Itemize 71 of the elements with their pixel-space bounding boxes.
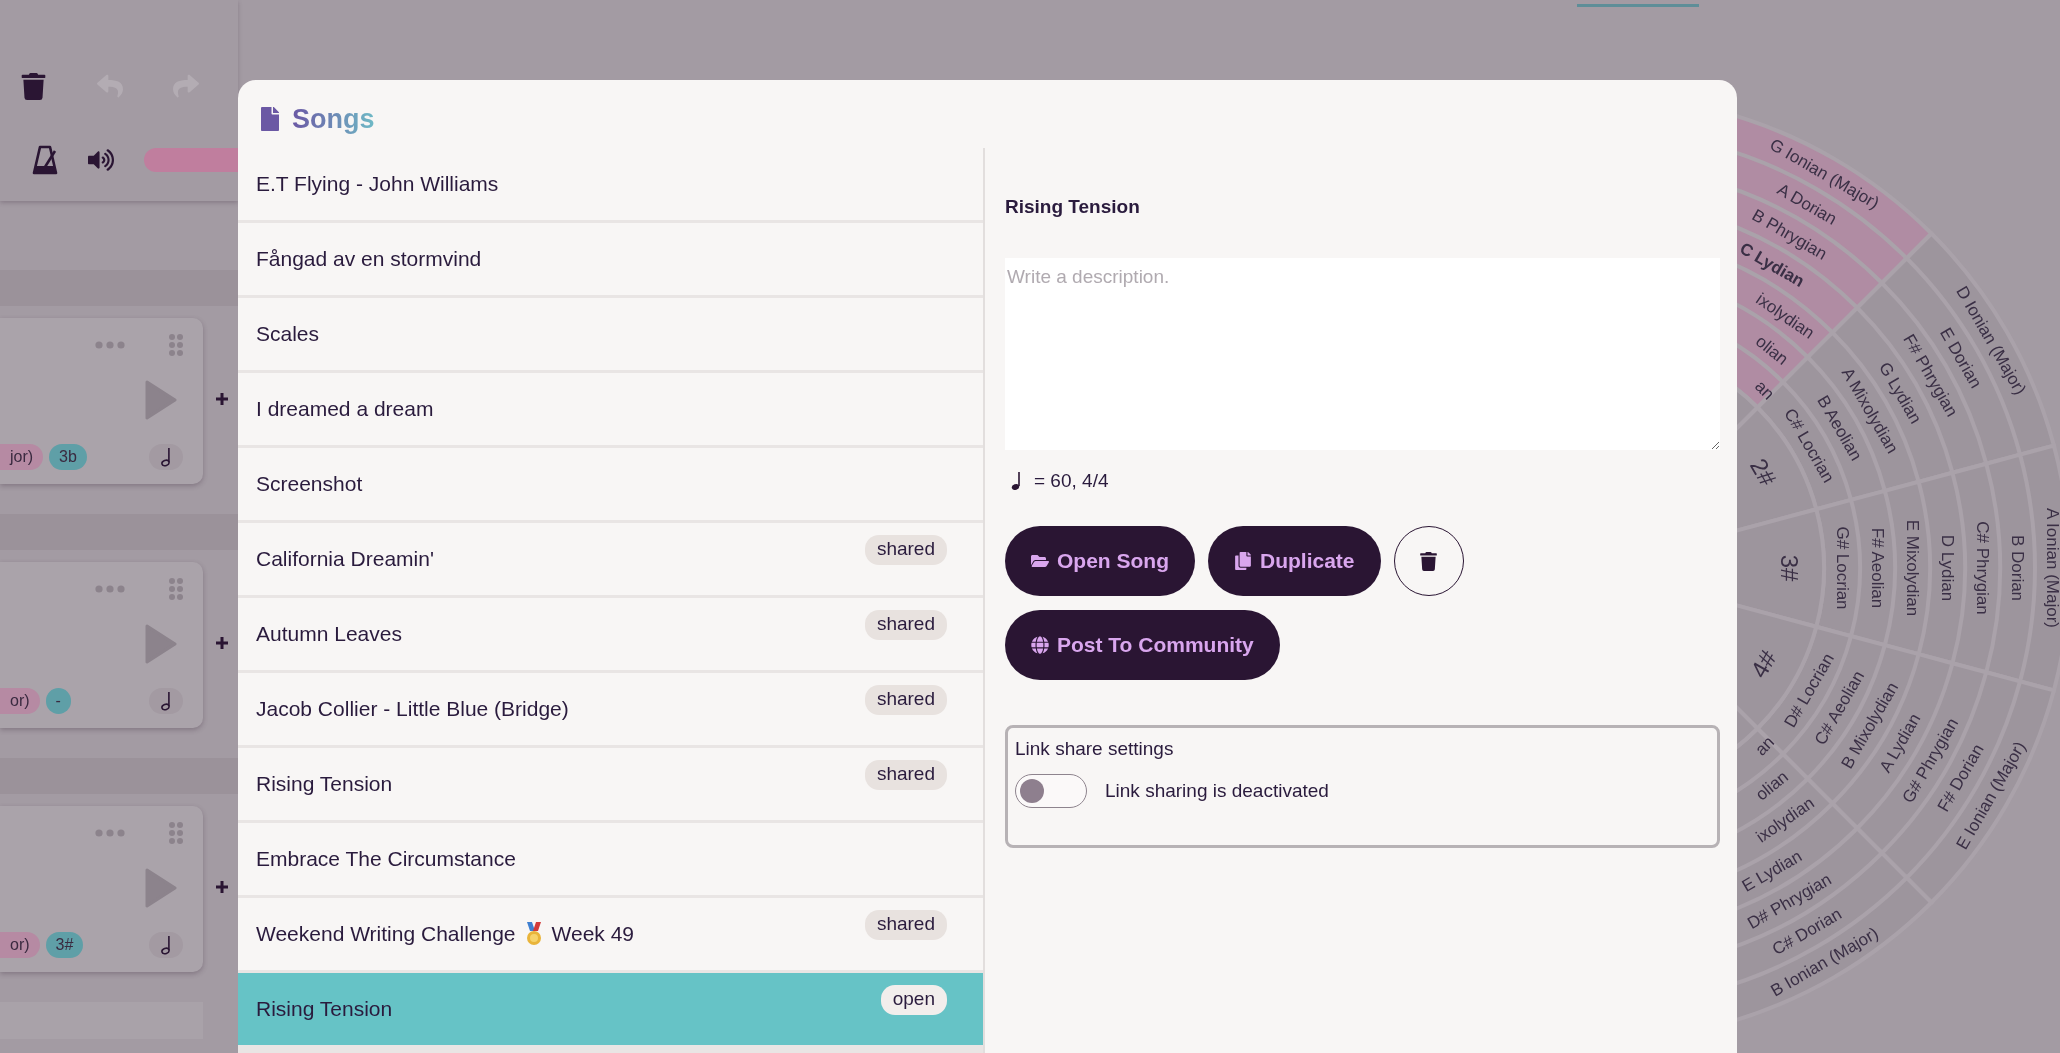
delete-icon[interactable] [20, 72, 47, 100]
status-badge: shared [864, 910, 947, 940]
mode-label: B Dorian [2007, 534, 2027, 602]
add-icon[interactable] [215, 636, 229, 650]
post-to-community-button[interactable]: Post To Community [1005, 610, 1280, 680]
song-row[interactable]: Weekend Writing Challenge Week 49 shared [238, 898, 983, 970]
song-row[interactable]: Autumn Leaves shared [238, 598, 983, 670]
song-title: Rising Tension [1005, 196, 1141, 218]
mode-label: A Ionian (Major) [2042, 508, 2060, 628]
status-badge: shared [864, 685, 947, 715]
status-badge: shared [864, 610, 947, 640]
key-signature-label: 4# [1744, 645, 1782, 683]
status-badge: shared [864, 760, 947, 790]
more-icon[interactable] [95, 585, 125, 593]
drag-handle-icon[interactable] [169, 578, 183, 600]
key-tag: 3# [45, 932, 84, 958]
metronome-icon [32, 145, 58, 175]
song-row[interactable]: Jacob Collier - Little Blue (Bridge) shared [238, 673, 983, 745]
description-field[interactable]: Write a description. [1005, 258, 1720, 450]
more-icon[interactable] [95, 341, 125, 349]
key-signature-label: 2# [1744, 453, 1782, 491]
mode-label: D Lydian [1937, 534, 1957, 602]
song-row[interactable]: Scales [238, 298, 983, 370]
delete-icon [1419, 551, 1439, 571]
copy-icon [1234, 552, 1252, 570]
song-row[interactable]: Rising Tension open [238, 973, 983, 1045]
add-icon[interactable] [215, 880, 229, 894]
mode-label: G# Locrian [1832, 526, 1852, 610]
mode-tag: or) [0, 932, 40, 958]
mode-label: an [1751, 732, 1779, 760]
play-icon[interactable] [145, 380, 177, 420]
half-note-icon [160, 447, 172, 467]
file-icon [258, 107, 282, 131]
play-icon[interactable] [145, 868, 177, 908]
add-icon[interactable] [215, 392, 229, 406]
song-row[interactable]: California Dreamin' shared [238, 523, 983, 595]
key-tag: 3b [49, 444, 87, 470]
song-row[interactable]: Rising Tension shared [238, 748, 983, 820]
song-row[interactable]: I dreamed a dream [238, 373, 983, 445]
drag-handle-icon[interactable] [169, 822, 183, 844]
mode-label: an [1751, 376, 1779, 404]
tempo-text: = 60, 4/4 [1034, 470, 1109, 492]
key-signature-label: 3# [1775, 554, 1803, 582]
quarter-note-icon [1011, 471, 1022, 491]
mode-label: C# Phrygian [1972, 521, 1992, 615]
mode-tag: jor) [0, 444, 44, 470]
globe-icon [1031, 636, 1049, 654]
folder-icon [1031, 552, 1049, 570]
song-row[interactable]: Fångad av en stormvind [238, 223, 983, 295]
half-note-icon [160, 691, 172, 711]
key-tag: - [45, 688, 71, 714]
link-share-toggle[interactable] [1015, 774, 1087, 808]
drag-handle-icon[interactable] [169, 334, 183, 356]
status-badge: open [880, 985, 947, 1015]
song-row[interactable]: Screenshot [238, 448, 983, 520]
mode-label: F# Aeolian [1867, 527, 1887, 609]
half-note-icon [160, 935, 172, 955]
volume-icon[interactable] [88, 147, 114, 173]
song-row[interactable]: Embrace The Circumstance [238, 823, 983, 895]
mode-label: olian [1752, 767, 1792, 805]
play-icon[interactable] [145, 624, 177, 664]
more-icon[interactable] [95, 829, 125, 837]
mode-label: E Mixolydian [1902, 519, 1922, 617]
mode-label: olian [1752, 331, 1792, 369]
link-share-title: Link share settings [1015, 738, 1175, 760]
status-badge: shared [864, 535, 947, 565]
song-row[interactable]: E.T Flying - John Williams [238, 148, 983, 220]
open-song-button[interactable]: Open Song [1005, 526, 1195, 596]
mode-tag: or) [0, 688, 40, 714]
duplicate-button[interactable]: Duplicate [1208, 526, 1381, 596]
link-share-status: Link sharing is deactivated [1105, 780, 1329, 802]
